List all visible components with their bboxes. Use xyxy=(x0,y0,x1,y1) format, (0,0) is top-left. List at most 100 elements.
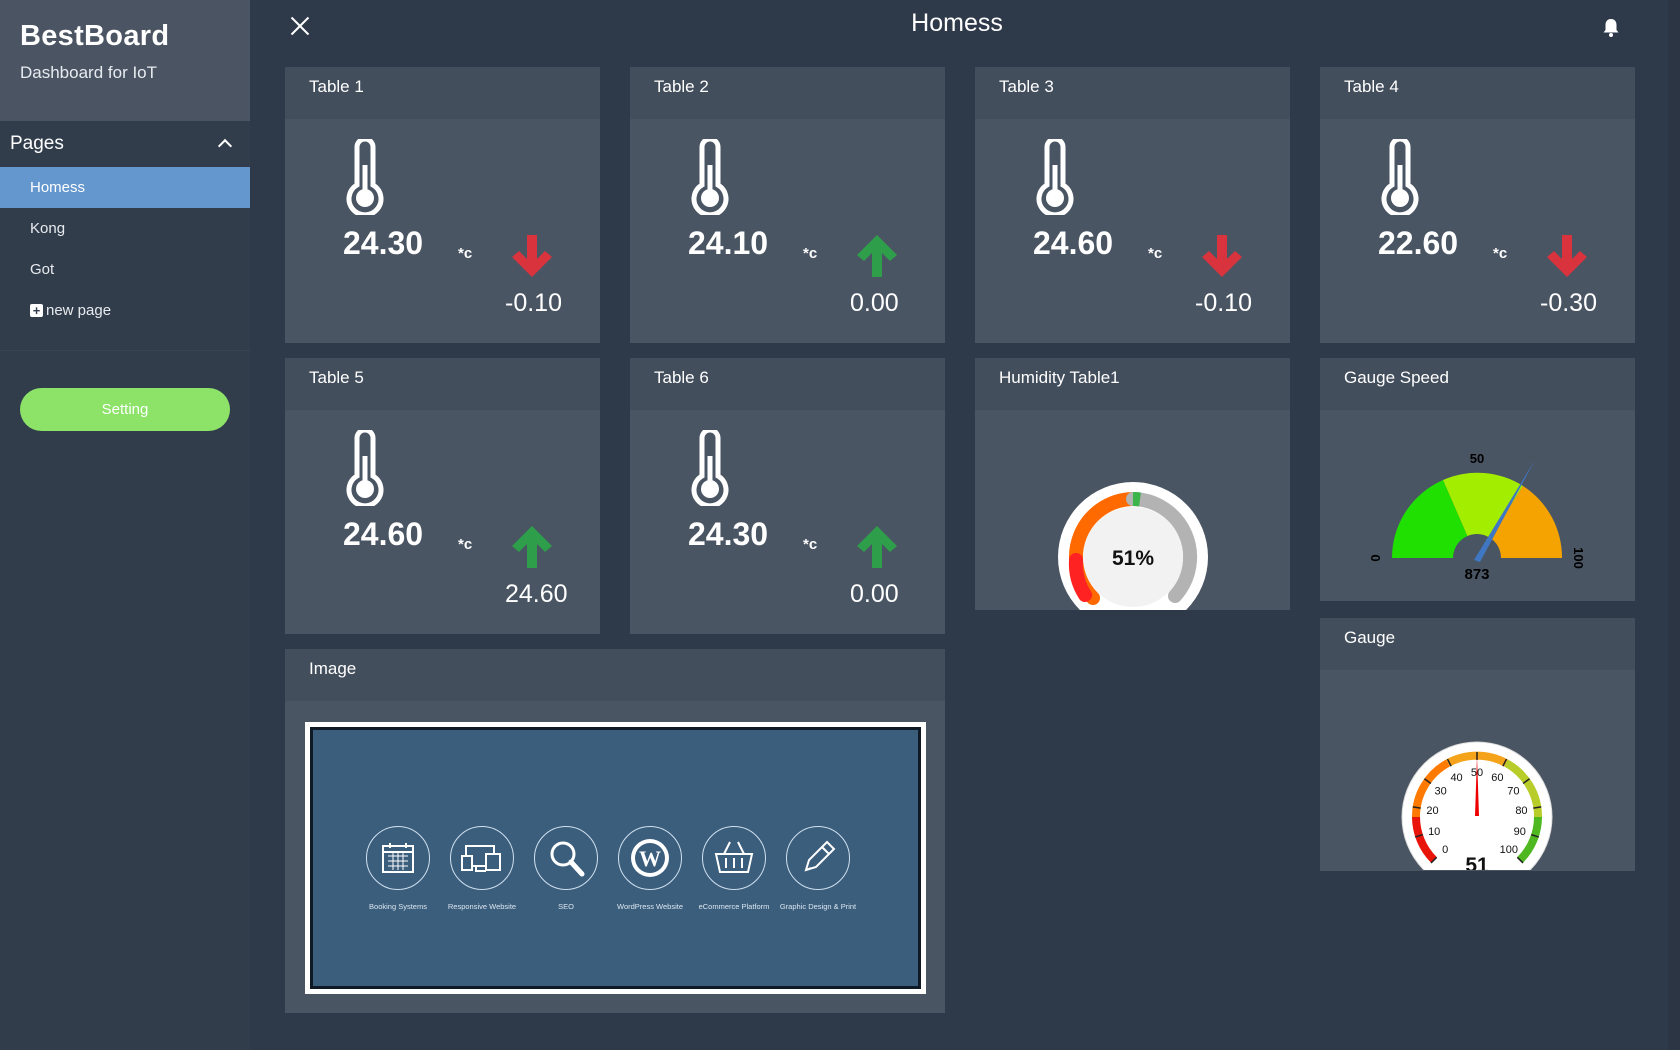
bell-icon[interactable] xyxy=(1602,18,1620,38)
arrow-down-icon xyxy=(509,233,555,279)
temperature-card: Table 6 24.30 *c 0.00 xyxy=(630,358,945,634)
thermometer-icon xyxy=(1380,136,1420,218)
card-title: Table 2 xyxy=(630,67,945,119)
calendar-icon xyxy=(366,826,430,890)
wordpress-icon: W xyxy=(618,826,682,890)
arrow-up-icon xyxy=(854,524,900,570)
magnifier-icon xyxy=(534,826,598,890)
temperature-card: Table 1 24.30 *c -0.10 xyxy=(285,67,600,343)
basket-icon xyxy=(702,826,766,890)
service-item: eCommerce Platform xyxy=(689,826,779,911)
svg-text:W: W xyxy=(639,846,661,871)
speed-value: 873 xyxy=(1464,566,1489,583)
sidebar-divider xyxy=(0,350,250,351)
brand: BestBoard Dashboard for IoT xyxy=(0,0,250,121)
service-label: eCommerce Platform xyxy=(698,902,770,911)
card-title: Table 1 xyxy=(285,67,600,119)
card-title: Gauge Speed xyxy=(1320,358,1635,410)
service-label: Graphic Design & Print xyxy=(779,902,857,911)
temperature-value: 24.30 xyxy=(343,225,424,261)
temperature-unit: *c xyxy=(803,536,818,553)
service-label: Responsive Website xyxy=(447,902,517,911)
service-item: Graphic Design & Print xyxy=(773,826,863,911)
devices-icon xyxy=(450,826,514,890)
gauge-card: Gauge 0102030405060708090100 51 xyxy=(1320,618,1635,893)
card-title: Image xyxy=(285,649,945,701)
card-title: Table 3 xyxy=(975,67,1290,119)
card-title: Table 4 xyxy=(1320,67,1635,119)
humidity-gauge: 51% xyxy=(1058,482,1208,632)
card-title: Table 6 xyxy=(630,358,945,410)
chevron-up-icon xyxy=(217,138,233,154)
new-page-label: new page xyxy=(46,302,112,319)
sidebar-item-kong[interactable]: Kong xyxy=(0,208,250,249)
service-label: WordPress Website xyxy=(617,902,683,911)
temperature-delta: 0.00 xyxy=(850,289,899,317)
arrow-down-icon xyxy=(1544,233,1590,279)
temperature-delta: 0.00 xyxy=(850,580,899,608)
arrow-up-icon xyxy=(509,524,555,570)
brand-subtitle: Dashboard for IoT xyxy=(20,63,158,82)
card-title: Humidity Table1 xyxy=(975,358,1290,410)
temperature-value: 24.10 xyxy=(688,225,769,261)
temperature-unit: *c xyxy=(803,245,818,262)
temperature-card: Table 3 24.60 *c -0.10 xyxy=(975,67,1290,343)
plus-icon: + xyxy=(30,304,43,317)
dial-gauge: 0102030405060708090100 51 xyxy=(1401,741,1553,893)
speed-gauge: 50 0 100 873 xyxy=(1368,451,1586,583)
new-page-link[interactable]: + new page xyxy=(0,290,250,331)
temperature-delta: -0.30 xyxy=(1540,289,1597,317)
temperature-value: 24.60 xyxy=(343,516,424,552)
temperature-value: 24.60 xyxy=(1033,225,1114,261)
humidity-card: Humidity Table1 51% xyxy=(975,358,1290,632)
service-item: Booking Systems xyxy=(353,826,443,911)
temperature-value: 22.60 xyxy=(1378,225,1459,261)
dial-tick-label: 80 xyxy=(1515,805,1527,817)
services-banner: Booking Systems Responsive Website SEO W Wor… xyxy=(313,730,918,986)
pages-label: Pages xyxy=(10,133,64,154)
thermometer-icon xyxy=(690,427,730,509)
temperature-delta: -0.10 xyxy=(1195,289,1252,317)
dial-tick-label: 40 xyxy=(1450,772,1462,784)
temperature-unit: *c xyxy=(1148,245,1163,262)
thermometer-icon xyxy=(345,136,385,218)
dial-tick-label: 70 xyxy=(1507,786,1519,798)
temperature-delta: 24.60 xyxy=(505,580,568,608)
brand-title: BestBoard xyxy=(20,20,170,52)
thermometer-icon xyxy=(690,136,730,218)
speed-mid-label: 50 xyxy=(1470,451,1484,466)
card-title: Gauge xyxy=(1320,618,1635,670)
service-item: SEO xyxy=(521,826,611,911)
temperature-value: 24.30 xyxy=(688,516,769,552)
image-border: Booking Systems Responsive Website SEO W Wor… xyxy=(310,727,921,989)
temperature-card: Table 5 24.60 *c 24.60 xyxy=(285,358,600,634)
sidebar-item-homess[interactable]: Homess xyxy=(0,167,250,208)
pencil-icon xyxy=(786,826,850,890)
dial-tick-label: 90 xyxy=(1514,826,1526,838)
gauge-speed-card: Gauge Speed 50 0 100 873 xyxy=(1320,358,1635,601)
service-item: Responsive Website xyxy=(437,826,527,911)
sidebar-item-got[interactable]: Got xyxy=(0,249,250,290)
dial-tick-label: 100 xyxy=(1500,844,1518,856)
topbar: Homess xyxy=(250,0,1680,56)
dial-tick-label: 60 xyxy=(1491,772,1503,784)
page-title: Homess xyxy=(911,9,1003,37)
sidebar: BestBoard Dashboard for IoT Pages Homess… xyxy=(0,0,250,1050)
dial-tick-label: 30 xyxy=(1434,786,1446,798)
dial-tick-label: 0 xyxy=(1442,844,1448,856)
thermometer-icon xyxy=(345,427,385,509)
setting-button[interactable]: Setting xyxy=(20,388,230,431)
temperature-unit: *c xyxy=(1493,245,1508,262)
temperature-unit: *c xyxy=(458,536,473,553)
service-item: W WordPress Website xyxy=(605,826,695,911)
temperature-delta: -0.10 xyxy=(505,289,562,317)
thermometer-icon xyxy=(1035,136,1075,218)
dial-tick-label: 20 xyxy=(1426,805,1438,817)
arrow-up-icon xyxy=(854,233,900,279)
dial-value: 51 xyxy=(1465,854,1489,870)
pages-section-toggle[interactable]: Pages xyxy=(0,121,250,167)
scrollbar-track[interactable] xyxy=(1668,0,1680,1050)
temperature-card: Table 2 24.10 *c 0.00 xyxy=(630,67,945,343)
image-card: Image Booking Systems Responsive Website S… xyxy=(285,649,945,1013)
speed-min-label: 0 xyxy=(1368,554,1383,561)
